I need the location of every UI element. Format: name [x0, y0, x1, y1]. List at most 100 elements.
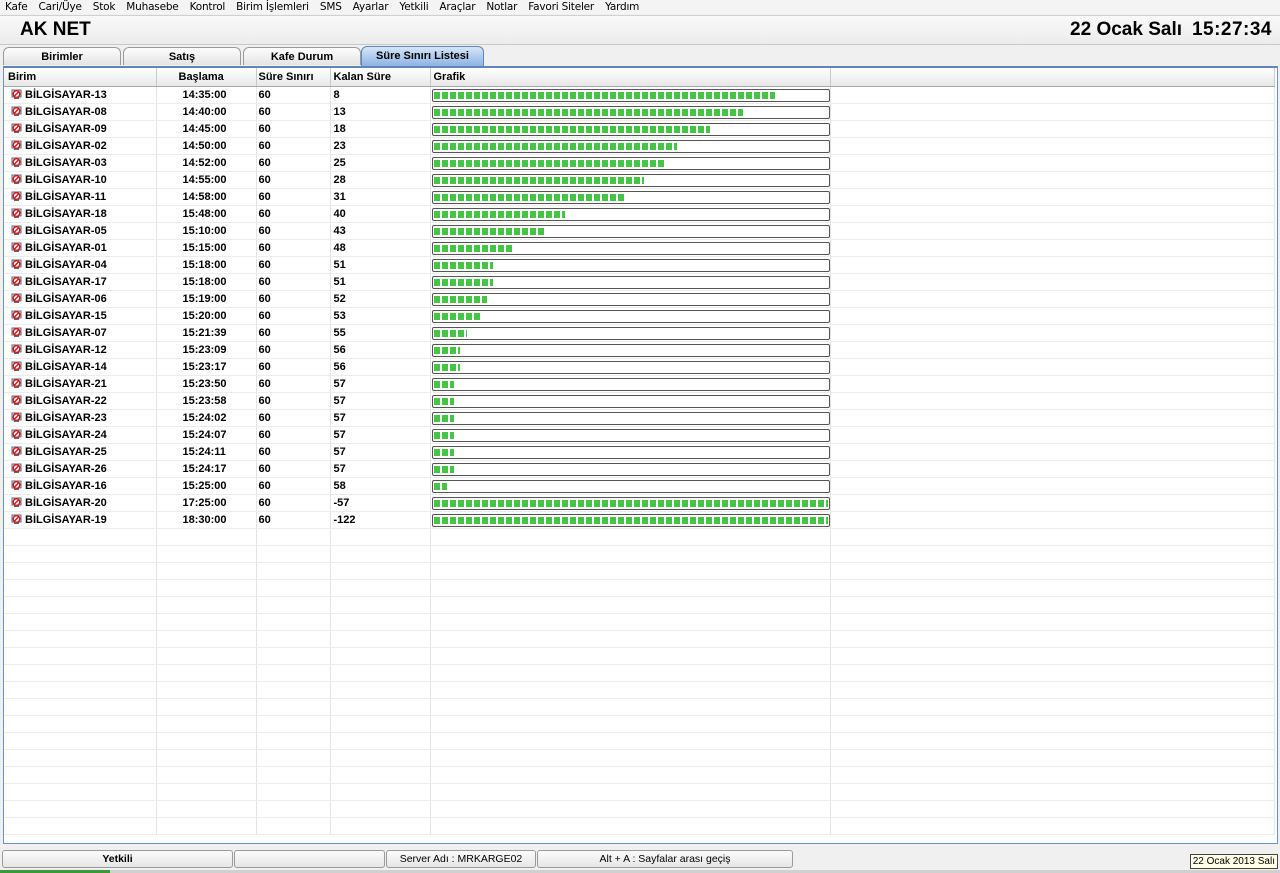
column-header-sure-siniri[interactable]: Süre Sınırı: [256, 68, 331, 87]
unit-name: BİLGİSAYAR-06: [25, 293, 107, 305]
cell-unit: BİLGİSAYAR-13: [4, 86, 157, 104]
empty-cell: [830, 528, 1275, 546]
no-entry-monitor-icon: [11, 429, 22, 440]
empty-cell: [256, 766, 331, 784]
tab-kafe-durum[interactable]: Kafe Durum: [243, 47, 361, 65]
table-row[interactable]: BİLGİSAYAR-15 15:20:00 60 53: [4, 307, 1275, 325]
table-row[interactable]: BİLGİSAYAR-19 18:30:00 60 -122: [4, 511, 1275, 529]
table-row[interactable]: BİLGİSAYAR-21 15:23:50 60 57: [4, 375, 1275, 393]
cell-remaining: 57: [330, 426, 431, 444]
table-row[interactable]: BİLGİSAYAR-23 15:24:02 60 57: [4, 409, 1275, 427]
menu-item-0[interactable]: Kafe: [0, 1, 33, 13]
column-header-kalan-sure[interactable]: Kalan Süre: [330, 68, 431, 87]
table-row[interactable]: BİLGİSAYAR-08 14:40:00 60 13: [4, 103, 1275, 121]
menu-item-1[interactable]: Cari/Üye: [33, 1, 87, 13]
cell-remaining: 53: [330, 307, 431, 325]
no-entry-monitor-icon: [11, 446, 22, 457]
progress-bar: [431, 309, 829, 323]
column-header-baslama[interactable]: Başlama: [156, 68, 257, 87]
unit-name: BİLGİSAYAR-19: [25, 514, 107, 526]
empty-cell: [4, 698, 157, 716]
empty-row: [4, 766, 1275, 784]
column-header-grafik[interactable]: Grafik: [430, 68, 831, 87]
table-row[interactable]: BİLGİSAYAR-07 15:21:39 60 55: [4, 324, 1275, 342]
empty-row: [4, 579, 1275, 597]
table-row[interactable]: BİLGİSAYAR-25 15:24:11 60 57: [4, 443, 1275, 461]
table-row[interactable]: BİLGİSAYAR-12 15:23:09 60 56: [4, 341, 1275, 359]
cell-graph: [430, 205, 831, 223]
table-row[interactable]: BİLGİSAYAR-11 14:58:00 60 31: [4, 188, 1275, 206]
table-row[interactable]: BİLGİSAYAR-06 15:19:00 60 52: [4, 290, 1275, 308]
table-row[interactable]: BİLGİSAYAR-16 15:25:00 60 58: [4, 477, 1275, 495]
empty-cell: [4, 817, 157, 835]
menu-item-10[interactable]: Notlar: [481, 1, 523, 13]
empty-cell: [430, 596, 831, 614]
table-row[interactable]: BİLGİSAYAR-13 14:35:00 60 8: [4, 86, 1275, 104]
empty-cell: [4, 749, 157, 767]
empty-cell: [330, 647, 431, 665]
table-row[interactable]: BİLGİSAYAR-09 14:45:00 60 18: [4, 120, 1275, 138]
table-row[interactable]: BİLGİSAYAR-17 15:18:00 60 51: [4, 273, 1275, 291]
menu-item-8[interactable]: Yetkili: [394, 1, 434, 13]
cell-unit: BİLGİSAYAR-12: [4, 341, 157, 359]
cell-limit: 60: [256, 154, 331, 172]
menu-item-11[interactable]: Favori Siteler: [523, 1, 600, 13]
cell-filler: [830, 324, 1275, 342]
table-row[interactable]: BİLGİSAYAR-03 14:52:00 60 25: [4, 154, 1275, 172]
cell-unit: BİLGİSAYAR-18: [4, 205, 157, 223]
empty-cell: [256, 596, 331, 614]
empty-cell: [4, 596, 157, 614]
cell-graph: [430, 222, 831, 240]
empty-cell: [156, 528, 257, 546]
table-row[interactable]: BİLGİSAYAR-04 15:18:00 60 51: [4, 256, 1275, 274]
progress-bar-fill: [433, 397, 454, 405]
progress-bar: [431, 224, 829, 238]
tab-sure-siniri-listesi[interactable]: Süre Sınırı Listesi: [361, 46, 484, 66]
cell-limit: 60: [256, 477, 331, 495]
table-row[interactable]: BİLGİSAYAR-14 15:23:17 60 56: [4, 358, 1275, 376]
menu-item-7[interactable]: Ayarlar: [347, 1, 394, 13]
menu-item-2[interactable]: Stok: [87, 1, 121, 13]
no-entry-monitor-icon: [11, 463, 22, 474]
empty-cell: [330, 783, 431, 801]
empty-cell: [430, 783, 831, 801]
empty-cell: [330, 766, 431, 784]
menu-item-6[interactable]: SMS: [314, 1, 347, 13]
empty-cell: [430, 528, 831, 546]
progress-bar-fill: [433, 312, 480, 320]
cell-start: 15:18:00: [156, 273, 257, 291]
cell-graph: [430, 290, 831, 308]
table-row[interactable]: BİLGİSAYAR-22 15:23:58 60 57: [4, 392, 1275, 410]
empty-cell: [4, 630, 157, 648]
table-row[interactable]: BİLGİSAYAR-18 15:48:00 60 40: [4, 205, 1275, 223]
table-row[interactable]: BİLGİSAYAR-01 15:15:00 60 48: [4, 239, 1275, 257]
menu-item-9[interactable]: Araçlar: [434, 1, 481, 13]
cell-unit: BİLGİSAYAR-08: [4, 103, 157, 121]
menu-item-4[interactable]: Kontrol: [184, 1, 231, 13]
table-row[interactable]: BİLGİSAYAR-05 15:10:00 60 43: [4, 222, 1275, 240]
table-row[interactable]: BİLGİSAYAR-02 14:50:00 60 23: [4, 137, 1275, 155]
table-row[interactable]: BİLGİSAYAR-20 17:25:00 60 -57: [4, 494, 1275, 512]
table-row[interactable]: BİLGİSAYAR-24 15:24:07 60 57: [4, 426, 1275, 444]
menu-item-12[interactable]: Yardım: [600, 1, 645, 13]
empty-cell: [256, 732, 331, 750]
cell-unit: BİLGİSAYAR-05: [4, 222, 157, 240]
column-header-birim[interactable]: Birim: [4, 68, 157, 87]
cell-unit: BİLGİSAYAR-16: [4, 477, 157, 495]
menu-item-3[interactable]: Muhasebe: [121, 1, 184, 13]
tab-birimler[interactable]: Birimler: [3, 47, 121, 65]
cell-filler: [830, 358, 1275, 376]
progress-bar-fill: [433, 244, 513, 252]
table-row[interactable]: BİLGİSAYAR-10 14:55:00 60 28: [4, 171, 1275, 189]
empty-cell: [256, 630, 331, 648]
unit-name: BİLGİSAYAR-22: [25, 395, 107, 407]
cell-start: 15:25:00: [156, 477, 257, 495]
cell-start: 15:23:09: [156, 341, 257, 359]
cell-unit: BİLGİSAYAR-06: [4, 290, 157, 308]
menu-item-5[interactable]: Birim İşlemleri: [231, 1, 315, 13]
cell-filler: [830, 205, 1275, 223]
cell-limit: 60: [256, 341, 331, 359]
tab-satis[interactable]: Satış: [123, 47, 241, 65]
empty-cell: [156, 681, 257, 699]
table-row[interactable]: BİLGİSAYAR-26 15:24:17 60 57: [4, 460, 1275, 478]
